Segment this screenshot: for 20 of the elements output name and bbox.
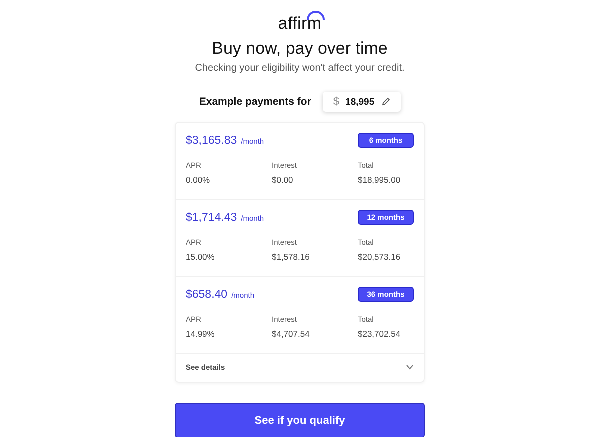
monthly-amount: $658.40 bbox=[186, 288, 228, 300]
pencil-icon bbox=[380, 97, 391, 107]
field-value: 15.00% bbox=[186, 252, 216, 262]
field-value: $4,707.54 bbox=[272, 329, 311, 339]
chevron-icon bbox=[406, 365, 414, 370]
field-value: $23,702.54 bbox=[358, 329, 402, 339]
field-value: $1,578.16 bbox=[272, 252, 311, 262]
field-value: $20,573.16 bbox=[358, 252, 402, 262]
subheading: Checking your eligibility won't affect your credit. bbox=[195, 63, 405, 74]
field-value: $0.00 bbox=[272, 175, 294, 185]
logo: affirm bbox=[278, 15, 322, 33]
monthly-amount: $3,165.83 bbox=[186, 134, 238, 146]
heading: Buy now, pay over time bbox=[212, 39, 388, 59]
field-value: 14.99% bbox=[186, 329, 216, 339]
amount-label: Example payments for bbox=[199, 96, 312, 108]
qualify-button[interactable]: See if you qualify bbox=[175, 403, 425, 437]
field-value: 0.00% bbox=[186, 175, 212, 185]
monthly-amount: $1,714.43 bbox=[186, 212, 238, 224]
field-value: $18,995.00 bbox=[358, 175, 402, 185]
amount-field[interactable]: $ 18,995 bbox=[323, 92, 401, 112]
